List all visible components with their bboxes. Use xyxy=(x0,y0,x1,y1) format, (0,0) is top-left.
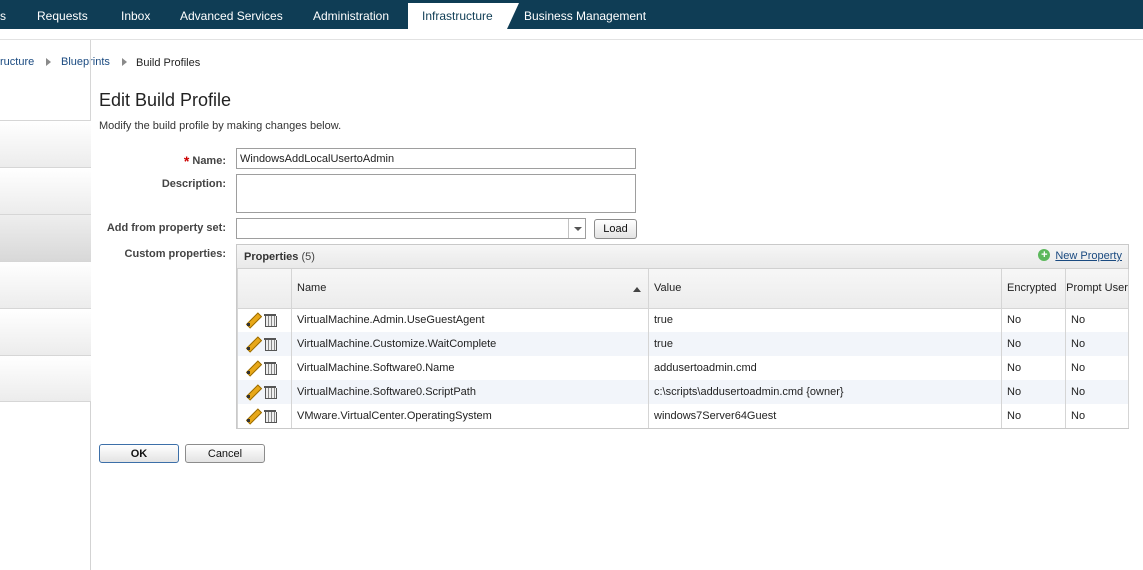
properties-count: (5) xyxy=(301,251,315,263)
properties-title: Properties xyxy=(244,251,299,263)
cell-prompt-user: No xyxy=(1065,332,1129,356)
page-title: Edit Build Profile xyxy=(99,90,232,110)
row-actions xyxy=(237,404,292,428)
delete-trash-icon[interactable] xyxy=(264,385,277,399)
cell-encrypted: No xyxy=(1001,404,1066,428)
edit-pencil-icon[interactable] xyxy=(246,409,260,423)
table-row: VirtualMachine.Admin.UseGuestAgent true … xyxy=(237,308,1129,332)
breadcrumb-build-profiles: Build Profiles xyxy=(136,57,201,69)
custom-properties-label: Custom properties: xyxy=(124,248,226,260)
column-header-value[interactable]: Value xyxy=(648,269,1002,309)
edit-pencil-icon[interactable] xyxy=(246,385,260,399)
cancel-button[interactable]: Cancel xyxy=(185,444,265,463)
left-menu-item[interactable] xyxy=(0,120,91,167)
row-actions xyxy=(237,380,292,404)
load-button[interactable]: Load xyxy=(594,219,637,239)
new-property-link[interactable]: + New Property xyxy=(1038,249,1122,262)
property-set-combobox[interactable] xyxy=(236,218,586,239)
nav-tab-administration[interactable]: Administration xyxy=(313,0,389,29)
nav-tab-inbox[interactable]: Inbox xyxy=(121,0,150,29)
cell-name: VirtualMachine.Customize.WaitComplete xyxy=(291,332,649,356)
delete-trash-icon[interactable] xyxy=(264,409,277,423)
nav-tab-business-management[interactable]: Business Management xyxy=(524,0,646,29)
name-label: Name: xyxy=(192,155,226,167)
row-actions xyxy=(237,356,292,380)
nav-tab-advanced-services[interactable]: Advanced Services xyxy=(180,0,283,29)
left-menu-item[interactable] xyxy=(0,167,91,214)
table-row: VirtualMachine.Software0.ScriptPath c:\s… xyxy=(237,380,1129,404)
cell-value: windows7Server64Guest xyxy=(648,404,1002,428)
sort-ascending-icon xyxy=(633,287,641,292)
delete-trash-icon[interactable] xyxy=(264,361,277,375)
chevron-down-icon[interactable] xyxy=(568,219,585,238)
cell-encrypted: No xyxy=(1001,356,1066,380)
breadcrumb-blueprints[interactable]: Blueprints xyxy=(61,56,110,68)
row-actions xyxy=(237,308,292,332)
add-circle-icon: + xyxy=(1038,249,1051,261)
row-actions xyxy=(237,332,292,356)
nav-tab-home[interactable]: s xyxy=(0,0,6,29)
edit-pencil-icon[interactable] xyxy=(246,337,260,351)
description-field[interactable] xyxy=(236,174,636,213)
table-row: VirtualMachine.Customize.WaitComplete tr… xyxy=(237,332,1129,356)
ok-button[interactable]: OK xyxy=(99,444,179,463)
delete-trash-icon[interactable] xyxy=(264,313,277,328)
cell-prompt-user: No xyxy=(1065,380,1129,404)
left-menu-item[interactable] xyxy=(0,261,91,308)
column-header-name-label: Name xyxy=(297,282,327,295)
cell-encrypted: No xyxy=(1001,308,1066,332)
cell-name: VirtualMachine.Admin.UseGuestAgent xyxy=(291,308,649,332)
cell-encrypted: No xyxy=(1001,332,1066,356)
nav-tab-requests[interactable]: Requests xyxy=(37,0,88,29)
left-menu-item-selected[interactable] xyxy=(0,214,91,261)
required-asterisk-icon: * xyxy=(183,153,190,169)
cell-value: true xyxy=(648,308,1002,332)
cell-prompt-user: No xyxy=(1065,356,1129,380)
column-header-prompt-user[interactable]: Prompt User xyxy=(1065,269,1129,309)
cell-prompt-user: No xyxy=(1065,308,1129,332)
page-subtitle: Modify the build profile by making chang… xyxy=(99,120,342,132)
cell-name: VMware.VirtualCenter.OperatingSystem xyxy=(291,404,649,428)
new-property-label: New Property xyxy=(1055,250,1122,262)
properties-grid-header: Properties (5) + New Property xyxy=(237,245,1128,269)
properties-table: Name Value Encrypted Prompt User Virtual… xyxy=(237,269,1129,428)
cell-value: addusertoadmin.cmd xyxy=(648,356,1002,380)
breadcrumb-separator-icon xyxy=(46,58,51,66)
nav-subbar xyxy=(0,29,1143,40)
property-set-label: Add from property set: xyxy=(106,222,226,234)
nav-tab-infrastructure[interactable]: Infrastructure xyxy=(408,3,519,29)
edit-pencil-icon[interactable] xyxy=(246,313,260,327)
column-header-encrypted[interactable]: Encrypted xyxy=(1001,269,1066,309)
left-menu-item[interactable] xyxy=(0,308,91,355)
breadcrumb-infrastructure[interactable]: ructure xyxy=(0,56,34,68)
top-navigation-bar: s Requests Inbox Advanced Services Admin… xyxy=(0,0,1143,29)
left-menu-panel xyxy=(0,120,91,570)
description-label: Description: xyxy=(161,178,226,190)
cell-name: VirtualMachine.Software0.ScriptPath xyxy=(291,380,649,404)
table-row: VirtualMachine.Software0.Name addusertoa… xyxy=(237,356,1129,380)
left-menu-item[interactable] xyxy=(0,355,91,402)
properties-title-wrap: Properties (5) xyxy=(244,251,315,263)
properties-grid: Properties (5) + New Property Name Value … xyxy=(236,244,1129,429)
delete-trash-icon[interactable] xyxy=(264,337,277,351)
cell-value: true xyxy=(648,332,1002,356)
table-row: VMware.VirtualCenter.OperatingSystem win… xyxy=(237,404,1129,428)
cell-encrypted: No xyxy=(1001,380,1066,404)
breadcrumb-separator-icon xyxy=(122,58,127,66)
column-header-name[interactable]: Name xyxy=(291,269,649,309)
edit-pencil-icon[interactable] xyxy=(246,361,260,375)
cell-prompt-user: No xyxy=(1065,404,1129,428)
table-header-row: Name Value Encrypted Prompt User xyxy=(237,269,1129,309)
column-header-actions xyxy=(237,269,292,309)
cell-name: VirtualMachine.Software0.Name xyxy=(291,356,649,380)
name-field[interactable] xyxy=(236,148,636,169)
name-label-wrap: * Name: xyxy=(183,151,226,169)
cell-value: c:\scripts\addusertoadmin.cmd {owner} xyxy=(648,380,1002,404)
